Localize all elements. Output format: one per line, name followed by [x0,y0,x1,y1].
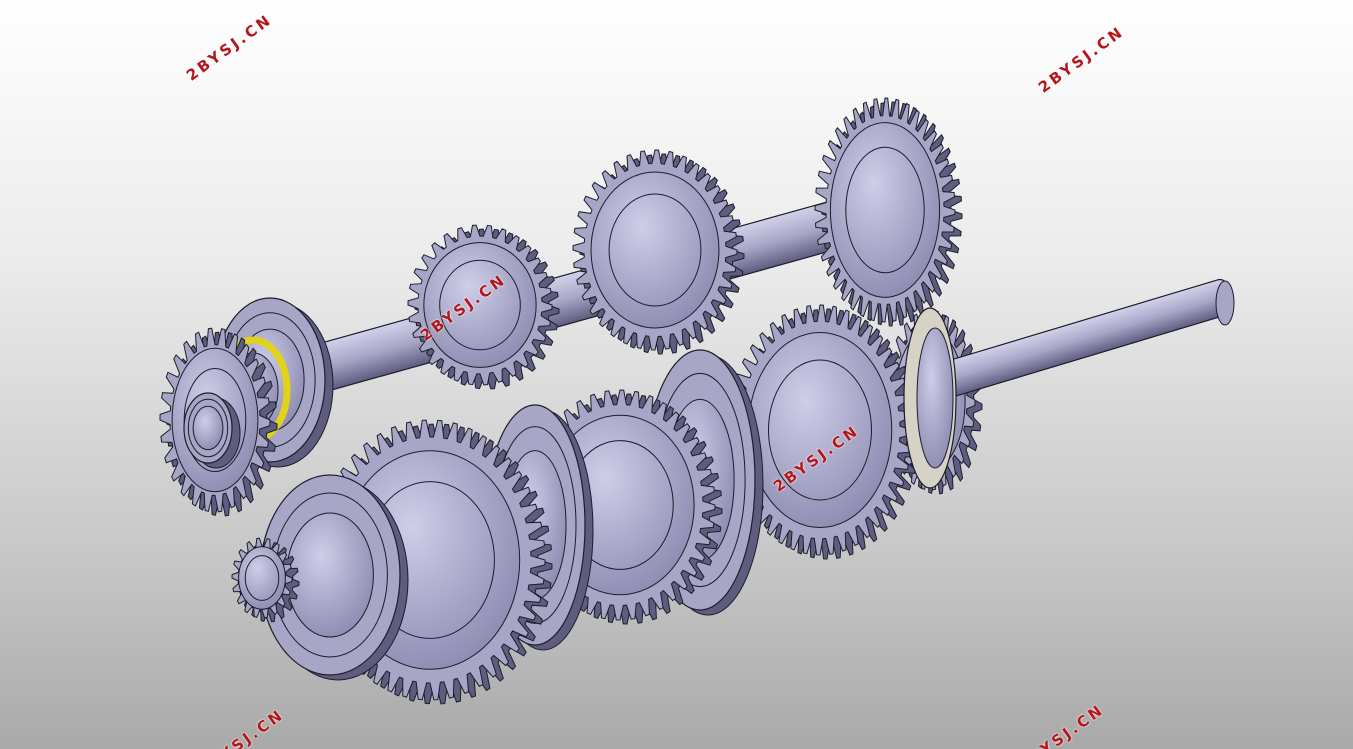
upper-gear-3 [407,224,560,390]
output-bearing-inner [916,327,954,469]
upper-gear-large-1 [814,97,963,327]
cad-viewport[interactable]: 2BYSJ.CN 2BYSJ.CN 2BYSJ.CN 2BYSJ.CN 2BYS… [0,0,1353,749]
gear-assembly-model[interactable] [0,0,1353,749]
upper-gear-2 [572,149,745,355]
output-shaft [925,278,1235,402]
output-shaft-end [1215,280,1235,326]
